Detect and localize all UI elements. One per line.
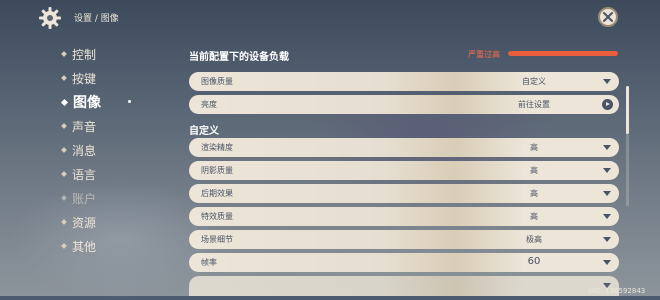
caret-down-icon bbox=[603, 237, 611, 242]
setting-label: 亮度 bbox=[201, 100, 217, 109]
setting-row-scene-detail[interactable]: 场景细节 极高 bbox=[189, 230, 619, 249]
diamond-bullet-icon bbox=[61, 147, 67, 153]
setting-value: 高 bbox=[530, 166, 538, 175]
setting-value: 高 bbox=[530, 212, 538, 221]
gear-icon bbox=[38, 6, 62, 30]
setting-row-render-resolution[interactable]: 渲染精度 高 bbox=[189, 138, 619, 157]
uid-label: UID: 138592843 bbox=[588, 287, 646, 295]
device-load-bar bbox=[508, 51, 618, 56]
setting-label: 渲染精度 bbox=[201, 143, 233, 152]
arrow-right-icon bbox=[602, 99, 613, 110]
sidebar-item-account[interactable]: 账户 bbox=[61, 186, 172, 210]
sidebar-item-graphics[interactable]: 图像 bbox=[60, 90, 172, 114]
sidebar-item-label: 图像 bbox=[73, 95, 101, 111]
diamond-bullet-icon bbox=[60, 98, 69, 106]
setting-value: 高 bbox=[530, 143, 538, 152]
setting-label: 后期效果 bbox=[201, 189, 233, 198]
setting-value: 自定义 bbox=[522, 77, 546, 86]
sidebar-item-audio[interactable]: 声音 bbox=[61, 114, 172, 138]
sidebar-item-label: 其他 bbox=[72, 239, 97, 254]
close-icon bbox=[603, 12, 613, 22]
device-load-title: 当前配置下的设备负载 bbox=[189, 52, 289, 63]
sidebar-item-controls[interactable]: 控制 bbox=[61, 42, 172, 66]
sidebar-item-label: 控制 bbox=[72, 47, 97, 62]
caret-down-icon bbox=[603, 145, 611, 150]
setting-label: 阴影质量 bbox=[201, 166, 233, 175]
setting-row-post-processing[interactable]: 后期效果 高 bbox=[189, 184, 619, 203]
setting-value: 高 bbox=[530, 189, 538, 198]
device-load-level: 严重过高 bbox=[468, 50, 500, 59]
diamond-bullet-icon bbox=[61, 123, 67, 129]
sidebar-item-keybinds[interactable]: 按键 bbox=[61, 66, 172, 90]
setting-row-brightness[interactable]: 亮度 前往设置 bbox=[189, 95, 619, 114]
custom-section-title: 自定义 bbox=[189, 126, 219, 137]
sidebar-item-language[interactable]: 语言 bbox=[61, 162, 172, 186]
caret-down-icon bbox=[603, 79, 611, 84]
sidebar-item-label: 账户 bbox=[72, 191, 97, 206]
caret-down-icon bbox=[603, 260, 611, 265]
setting-label: 场景细节 bbox=[201, 235, 233, 244]
sidebar-item-label: 声音 bbox=[72, 119, 97, 134]
setting-label: 图像质量 bbox=[201, 77, 233, 86]
diamond-bullet-icon bbox=[61, 171, 67, 177]
caret-down-icon bbox=[603, 191, 611, 196]
setting-value: 60 bbox=[527, 256, 541, 267]
setting-label: 帧率 bbox=[201, 258, 217, 267]
top-bar: 设置 / 图像 bbox=[0, 0, 660, 36]
setting-value: 极高 bbox=[526, 235, 542, 244]
setting-row-partial[interactable] bbox=[189, 276, 619, 296]
scrollbar-thumb[interactable] bbox=[626, 86, 629, 134]
diamond-bullet-icon bbox=[61, 75, 67, 81]
sidebar-item-label: 语言 bbox=[72, 167, 97, 182]
caret-down-icon bbox=[603, 168, 611, 173]
sidebar-item-resources[interactable]: 资源 bbox=[61, 210, 172, 234]
settings-sidebar: 控制 按键 图像 声音 消息 语言 账户 资源 其他 bbox=[60, 42, 172, 258]
setting-row-frame-rate[interactable]: 帧率 60 bbox=[189, 253, 619, 272]
diamond-bullet-icon bbox=[61, 51, 67, 57]
diamond-bullet-icon bbox=[61, 195, 67, 201]
setting-value: 前往设置 bbox=[518, 100, 550, 109]
setting-label: 特效质量 bbox=[201, 212, 233, 221]
sidebar-item-label: 消息 bbox=[72, 143, 97, 158]
sidebar-item-messages[interactable]: 消息 bbox=[61, 138, 172, 162]
setting-row-graphics-quality[interactable]: 图像质量 自定义 bbox=[189, 72, 619, 91]
setting-row-effects-quality[interactable]: 特效质量 高 bbox=[189, 207, 619, 226]
close-button[interactable] bbox=[598, 7, 618, 27]
caret-down-icon bbox=[603, 214, 611, 219]
diamond-bullet-icon bbox=[61, 243, 67, 249]
sidebar-item-other[interactable]: 其他 bbox=[61, 234, 172, 258]
sidebar-item-label: 按键 bbox=[72, 71, 97, 86]
setting-row-shadow-quality[interactable]: 阴影质量 高 bbox=[189, 161, 619, 180]
breadcrumb: 设置 / 图像 bbox=[74, 14, 119, 24]
sidebar-item-label: 资源 bbox=[72, 215, 97, 230]
diamond-bullet-icon bbox=[61, 219, 67, 225]
sparkle-icon bbox=[128, 100, 131, 103]
